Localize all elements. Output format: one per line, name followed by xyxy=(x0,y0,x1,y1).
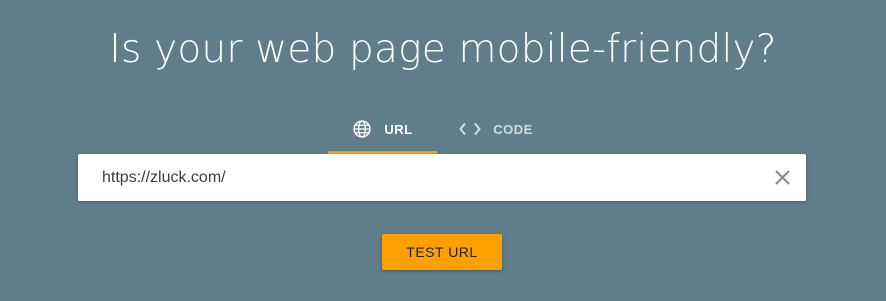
tab-url-label: URL xyxy=(384,121,413,137)
clear-icon[interactable] xyxy=(773,168,792,187)
tab-code[interactable]: CODE xyxy=(437,104,555,154)
globe-icon xyxy=(352,119,372,139)
url-input[interactable] xyxy=(102,154,762,201)
test-url-button[interactable]: TEST URL xyxy=(382,234,502,270)
input-mode-tabs: URL CODE xyxy=(328,104,555,154)
url-input-box xyxy=(78,154,806,201)
tab-url[interactable]: URL xyxy=(328,104,437,154)
code-icon xyxy=(459,122,482,136)
tab-code-label: CODE xyxy=(493,121,533,137)
page-title: Is your web page mobile-friendly? xyxy=(109,27,777,72)
